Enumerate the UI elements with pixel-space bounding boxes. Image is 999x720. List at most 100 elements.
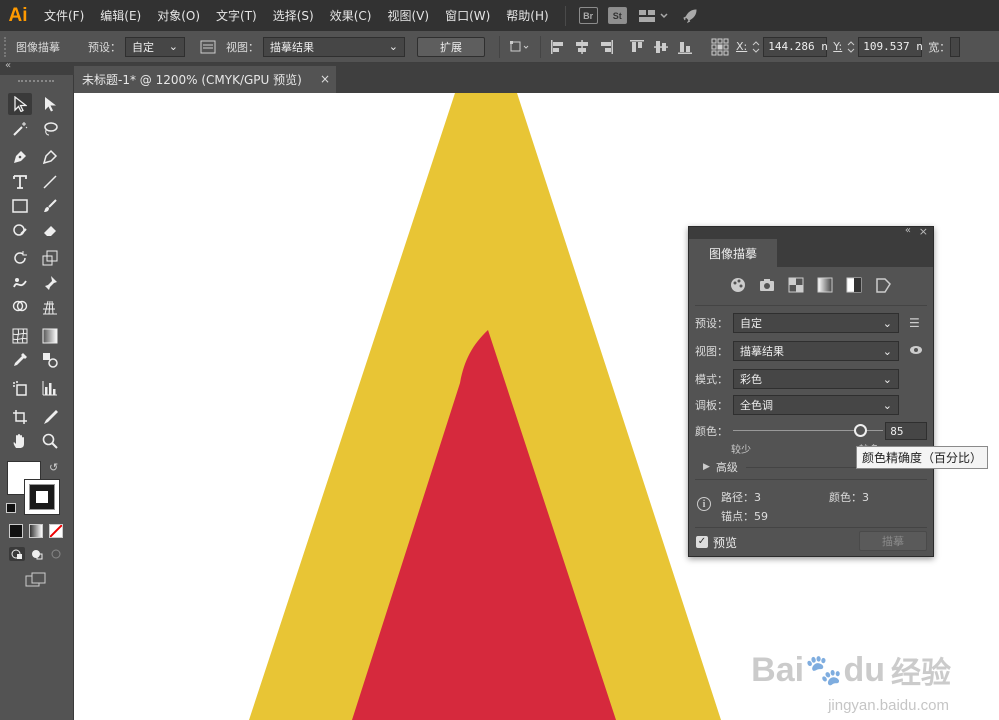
direct-selection-tool-icon[interactable] [38,93,62,115]
control-view-value: 描摹结果 [270,40,314,54]
stock-icon[interactable]: St [607,7,627,24]
shaper-tool-icon[interactable] [8,219,32,241]
blend-tool-icon[interactable] [38,349,62,371]
align-middle-icon[interactable] [652,38,670,56]
warp-tool-icon[interactable] [8,272,32,294]
magic-wand-icon[interactable] [8,118,32,140]
screen-mode-icon[interactable] [25,572,47,588]
paintbrush-tool-icon[interactable] [38,195,62,217]
draw-inside-icon[interactable] [49,547,65,561]
workspace-switcher-icon[interactable] [637,7,671,24]
rocket-icon[interactable] [681,7,700,24]
symbol-sprayer-icon[interactable] [8,377,32,399]
align-bottom-icon[interactable] [676,38,694,56]
outline-icon[interactable] [874,276,893,294]
rotate-tool-icon[interactable] [8,247,32,269]
preset-menu-icon[interactable]: ☰ [909,316,920,330]
draw-behind-icon[interactable] [29,547,45,561]
view-select[interactable]: 描摹结果 ⌄ [733,341,899,361]
puppet-warp-icon[interactable] [38,272,62,294]
menu-object[interactable]: 对象(O) [149,7,208,24]
menu-type[interactable]: 文字(T) [208,7,265,24]
align-left-icon[interactable] [549,38,567,56]
bridge-icon[interactable]: Br [578,7,598,24]
draw-normal-icon[interactable] [9,547,25,561]
perspective-grid-icon[interactable] [38,296,62,318]
low-color-icon[interactable] [787,276,806,294]
align-right-icon[interactable] [597,38,615,56]
palette-select[interactable]: 全色调 ⌄ [733,395,899,415]
menu-window[interactable]: 窗口(W) [437,7,498,24]
scale-tool-icon[interactable] [38,247,62,269]
advanced-label: 高级 [715,461,738,474]
align-top-icon[interactable] [628,38,646,56]
preview-label: 预览 [713,536,738,550]
stroke-swatch[interactable] [24,479,60,515]
curvature-tool-icon[interactable] [38,146,62,168]
width-field[interactable] [950,36,961,57]
menu-file[interactable]: 文件(F) [36,7,92,24]
menu-help[interactable]: 帮助(H) [498,7,556,24]
eye-icon[interactable] [909,344,923,358]
mesh-tool-icon[interactable] [8,325,32,347]
grayscale-icon[interactable] [816,276,835,294]
control-preset-select[interactable]: 自定 ⌄ [125,36,185,57]
black-white-icon[interactable] [845,276,864,294]
expand-button[interactable]: 扩展 [417,36,485,57]
collapse-icon[interactable]: « [5,60,11,71]
toolbar-header[interactable]: « [0,60,74,75]
column-graph-icon[interactable] [38,377,62,399]
control-view-select[interactable]: 描摹结果 ⌄ [263,36,405,57]
artboard-tool-icon[interactable] [8,406,32,428]
eyedropper-tool-icon[interactable] [8,349,32,371]
eraser-tool-icon[interactable] [38,219,62,241]
colors-slider[interactable] [732,421,883,441]
panel-header[interactable]: « × [689,225,933,239]
close-icon[interactable]: × [320,72,330,86]
stats-anchors: 锚点：59 [721,508,768,524]
menu-edit[interactable]: 编辑(E) [92,7,149,24]
menu-select[interactable]: 选择(S) [265,7,322,24]
gradient-tool-icon[interactable] [38,325,62,347]
zoom-tool-icon[interactable] [38,430,62,452]
transform-icon[interactable] [508,38,532,56]
selection-tool-icon[interactable] [8,93,32,115]
trace-button[interactable]: 描摹 [859,531,927,551]
line-tool-icon[interactable] [38,171,62,193]
trace-panel-icon[interactable] [199,38,217,56]
slider-thumb[interactable] [853,424,867,437]
y-stepper-icon[interactable] [846,38,856,56]
auto-color-icon[interactable] [729,276,748,294]
document-tab[interactable]: 未标题-1* @ 1200% (CMYK/GPU 预览) × [74,66,336,93]
hand-tool-icon[interactable] [8,430,32,452]
lasso-tool-icon[interactable] [38,118,62,140]
high-color-icon[interactable] [758,276,777,294]
colors-field[interactable]: 85 [885,422,927,440]
preview-checkbox[interactable]: ✓ [696,536,708,548]
gradient-mode-icon[interactable] [29,524,43,538]
x-stepper-icon[interactable] [751,38,761,56]
pen-tool-icon[interactable] [8,146,32,168]
preset-select[interactable]: 自定 ⌄ [733,313,899,333]
mode-select[interactable]: 彩色 ⌄ [733,369,899,389]
align-center-icon[interactable] [573,38,591,56]
x-field[interactable]: 144.286 n [763,36,828,57]
menu-effect[interactable]: 效果(C) [322,7,380,24]
rectangle-tool-icon[interactable] [8,195,32,217]
y-field[interactable]: 109.537 n [858,36,923,57]
default-colors-icon[interactable] [6,503,16,513]
color-mode-icon[interactable] [9,524,23,538]
menu-view[interactable]: 视图(V) [379,7,437,24]
triangle-right-icon: ▶ [703,462,710,472]
shape-builder-icon[interactable] [8,296,32,318]
view-row: 视图： 描摹结果 ⌄ [695,341,927,361]
control-panel-name[interactable]: 图像描摹 [16,39,60,55]
slice-tool-icon[interactable] [38,406,62,428]
type-tool-icon[interactable] [8,171,32,193]
close-panel-icon[interactable]: × [919,225,928,238]
swap-fill-stroke-icon[interactable]: ↺ [49,461,58,474]
collapse-panel-icon[interactable]: « [905,225,911,236]
none-mode-icon[interactable] [49,524,63,538]
panel-tab-image-trace[interactable]: 图像描摹 [689,239,777,267]
reference-point-icon[interactable] [711,38,729,56]
